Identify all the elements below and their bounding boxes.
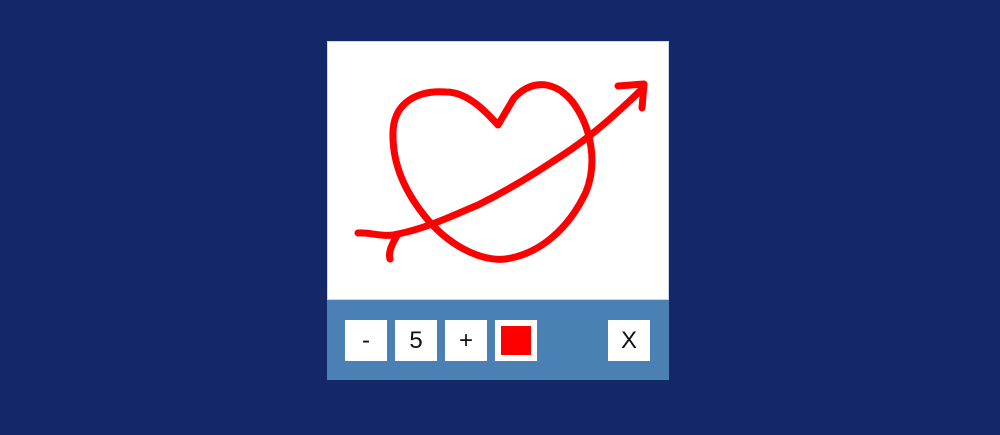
increase-brush-button[interactable]: + bbox=[445, 320, 487, 361]
drawing-canvas[interactable] bbox=[327, 41, 669, 300]
close-button[interactable]: X bbox=[608, 320, 650, 361]
brush-size-display: 5 bbox=[395, 320, 437, 361]
sketch-drawing bbox=[354, 80, 648, 263]
heart-stroke bbox=[389, 81, 596, 263]
decrease-brush-button[interactable]: - bbox=[345, 320, 387, 361]
color-picker-button[interactable] bbox=[495, 320, 537, 361]
drawing-toolbar: - 5 + X bbox=[327, 300, 669, 380]
color-swatch bbox=[501, 326, 531, 355]
drawing-widget: - 5 + X bbox=[327, 41, 669, 380]
